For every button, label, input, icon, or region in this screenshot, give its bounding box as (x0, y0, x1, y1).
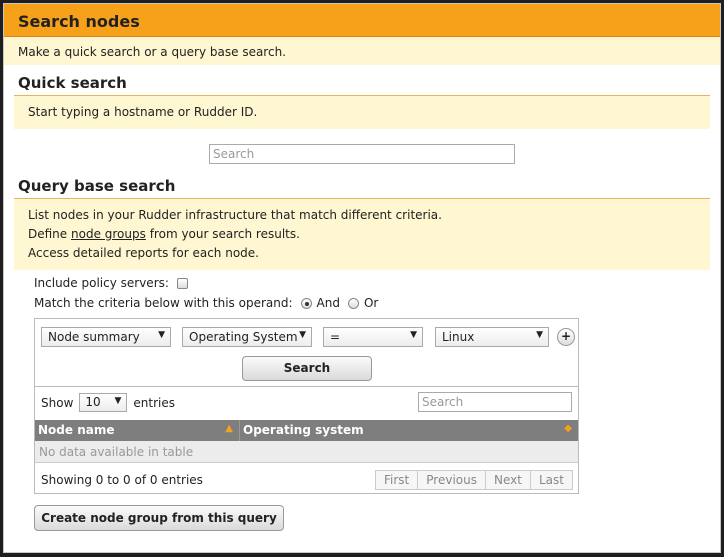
quick-search-note: Start typing a hostname or Rudder ID. (14, 96, 710, 129)
show-label: Show (41, 395, 74, 410)
entries-label: entries (133, 395, 175, 410)
object-select-value: Node summary (48, 330, 140, 344)
comparator-select[interactable]: = ▼ (323, 327, 423, 347)
quick-search-title: Quick search (14, 74, 710, 96)
object-select[interactable]: Node summary ▼ (41, 327, 171, 347)
include-policy-servers-checkbox[interactable] (176, 277, 188, 289)
table-empty-row: No data available in table (35, 441, 578, 463)
search-button[interactable]: Search (242, 356, 372, 381)
intro-text: Make a quick search or a query base sear… (4, 37, 720, 65)
divider (35, 386, 578, 387)
pager-last-button[interactable]: Last (529, 470, 573, 490)
define-prefix: Define (28, 227, 68, 241)
table-pager: First Previous Next Last (375, 470, 573, 490)
operand-and-label: And (316, 296, 340, 310)
chevron-down-icon: ▼ (536, 330, 543, 340)
chevron-down-icon: ▼ (158, 330, 165, 340)
chevron-down-icon: ▼ (410, 330, 417, 340)
value-select[interactable]: Linux ▼ (435, 327, 549, 347)
query-search-title: Query base search (14, 177, 710, 199)
operand-or-label: Or (363, 296, 379, 310)
column-node-name[interactable]: Node name ▲ (35, 420, 240, 441)
comparator-select-value: = (330, 330, 341, 344)
sort-icon: ◆ (564, 423, 572, 434)
column-node-name-label: Node name (38, 423, 115, 437)
note-line: Access detailed reports for each node. (28, 246, 259, 260)
chevron-down-icon: ▼ (299, 330, 306, 340)
table-header: Node name ▲ Operating system ◆ (35, 420, 578, 441)
note-line-define: Define node groups from your search resu… (28, 225, 710, 244)
pager-next-button[interactable]: Next (484, 470, 531, 490)
operand-or-radio[interactable] (347, 297, 359, 309)
quick-search-wrap (4, 129, 720, 168)
include-policy-servers-label: Include policy servers: (34, 276, 169, 290)
table-info: Showing 0 to 0 of 0 entries (41, 473, 203, 487)
chevron-down-icon: ▼ (114, 396, 122, 406)
operand-and-radio[interactable] (300, 297, 312, 309)
node-groups-link[interactable]: node groups (71, 227, 146, 241)
page-size-value: 10 (85, 395, 101, 409)
pager-first-button[interactable]: First (375, 470, 419, 490)
operand-label: Match the criteria below with this opera… (34, 296, 293, 310)
search-nodes-panel: Search nodes Make a quick search or a qu… (3, 3, 721, 553)
column-operating-system[interactable]: Operating system ◆ (240, 420, 578, 441)
criteria-panel: Node summary ▼ Operating System ▼ = ▼ Li… (34, 318, 579, 494)
value-select-value: Linux (442, 330, 475, 344)
page-title: Search nodes (4, 4, 720, 37)
add-criterion-button[interactable]: + (557, 328, 575, 346)
define-suffix: from your search results. (149, 227, 300, 241)
quick-search-input[interactable] (209, 144, 515, 164)
include-policy-servers-row: Include policy servers: (34, 276, 188, 290)
attribute-select[interactable]: Operating System ▼ (182, 327, 312, 347)
page-size-row: Show 10 ▼ entries (41, 393, 175, 412)
operand-row: Match the criteria below with this opera… (34, 296, 378, 310)
page-size-select[interactable]: 10 ▼ (79, 393, 128, 412)
column-operating-system-label: Operating system (243, 423, 364, 437)
note-line: List nodes in your Rudder infrastructure… (28, 208, 442, 222)
sort-ascending-icon: ▲ (225, 423, 233, 434)
table-search-input[interactable] (418, 392, 572, 412)
pager-previous-button[interactable]: Previous (417, 470, 486, 490)
query-search-note: List nodes in your Rudder infrastructure… (14, 199, 710, 270)
create-node-group-button[interactable]: Create node group from this query (34, 505, 284, 531)
attribute-select-value: Operating System (189, 330, 298, 344)
